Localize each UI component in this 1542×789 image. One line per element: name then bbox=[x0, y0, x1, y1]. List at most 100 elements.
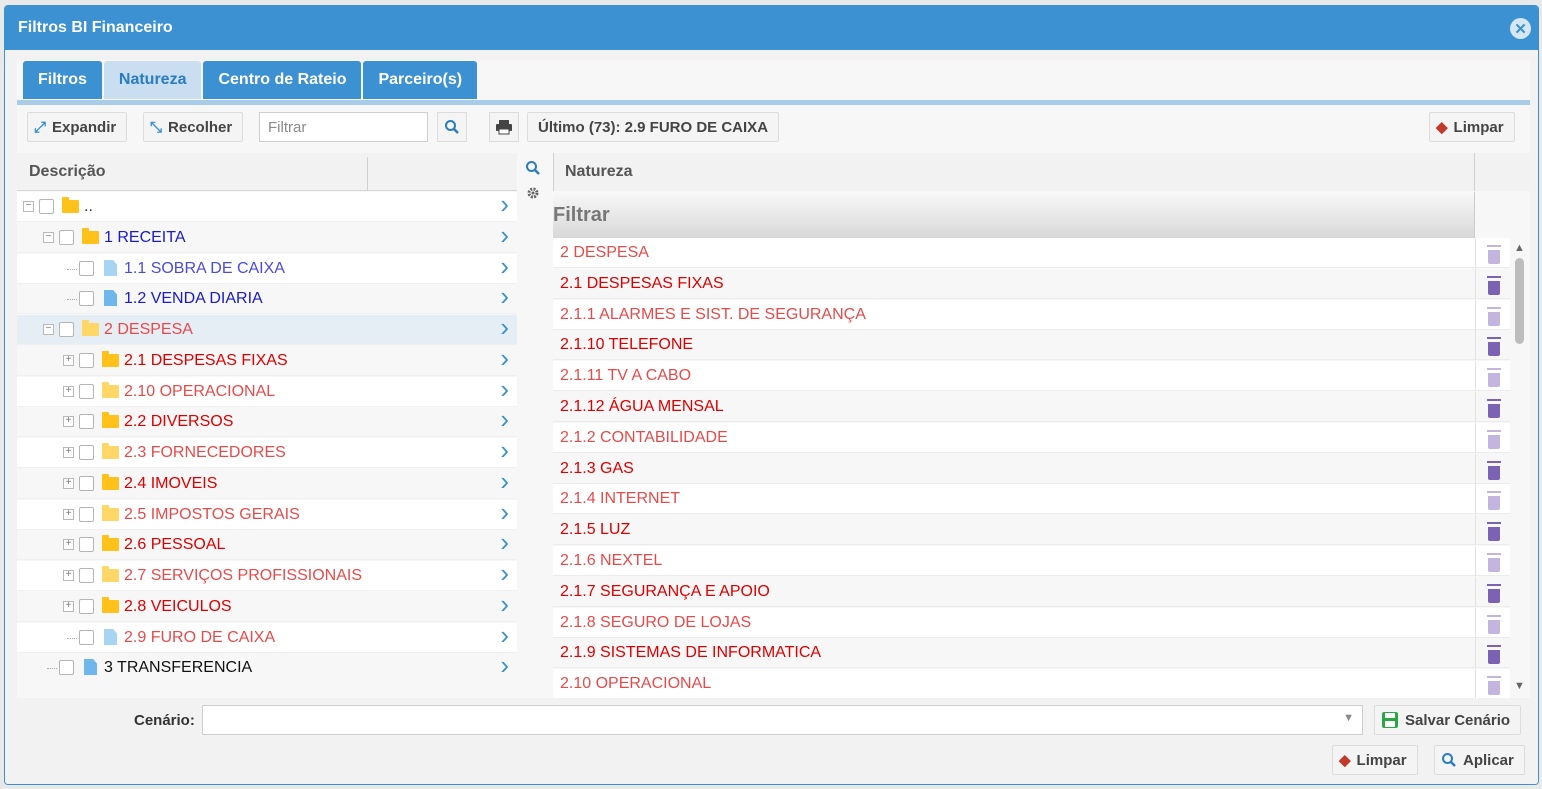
grid-row[interactable]: 2.1 DESPESAS FIXAS bbox=[553, 269, 1510, 299]
tree-checkbox[interactable] bbox=[79, 537, 94, 552]
scenario-select[interactable]: ▼ bbox=[202, 705, 1363, 735]
footer-clear-button[interactable]: ◆ Limpar bbox=[1332, 745, 1418, 775]
grid-row[interactable]: 2.1.7 SEGURANÇA E APOIO bbox=[553, 577, 1510, 607]
trash-icon[interactable] bbox=[1487, 276, 1501, 295]
tree-row[interactable]: +2.10 OPERACIONAL › bbox=[17, 374, 517, 407]
chevron-right-icon[interactable]: › bbox=[500, 558, 509, 589]
tree-checkbox[interactable] bbox=[79, 568, 94, 583]
trash-icon[interactable] bbox=[1487, 461, 1501, 480]
print-button[interactable] bbox=[489, 112, 519, 142]
expand-node-icon[interactable]: + bbox=[63, 478, 74, 489]
tab-centro-de-rateio[interactable]: Centro de Rateio bbox=[203, 61, 362, 99]
chevron-right-icon[interactable]: › bbox=[500, 650, 509, 681]
grid-row[interactable]: 2.1.1 ALARMES E SIST. DE SEGURANÇA bbox=[553, 300, 1510, 330]
tree-checkbox[interactable] bbox=[59, 660, 74, 675]
expand-node-icon[interactable]: + bbox=[63, 570, 74, 581]
tree-row[interactable]: 1.1 SOBRA DE CAIXA › bbox=[17, 251, 517, 284]
trash-icon[interactable] bbox=[1487, 615, 1501, 634]
tree-checkbox[interactable] bbox=[79, 261, 94, 276]
scroll-up-icon[interactable]: ▲ bbox=[1514, 242, 1525, 254]
tree-row[interactable]: − 1 RECEITA › bbox=[17, 220, 517, 253]
chevron-right-icon[interactable]: › bbox=[500, 466, 509, 497]
tree-checkbox[interactable] bbox=[79, 353, 94, 368]
chevron-right-icon[interactable]: › bbox=[500, 343, 509, 374]
tree-row[interactable]: 3 TRANSFERENCIA › bbox=[17, 650, 517, 682]
expand-node-icon[interactable]: + bbox=[63, 601, 74, 612]
chevron-right-icon[interactable]: › bbox=[500, 404, 509, 435]
chevron-right-icon[interactable]: › bbox=[500, 527, 509, 558]
expand-node-icon[interactable]: + bbox=[63, 416, 74, 427]
tree-checkbox[interactable] bbox=[79, 445, 94, 460]
trash-icon[interactable] bbox=[1487, 245, 1501, 264]
tab-parceiros[interactable]: Parceiro(s) bbox=[363, 61, 478, 99]
chevron-right-icon[interactable]: › bbox=[500, 589, 509, 620]
tree-checkbox[interactable] bbox=[59, 230, 74, 245]
zoom-icon[interactable] bbox=[525, 160, 541, 176]
clear-selection-button[interactable]: ◆ Limpar bbox=[1429, 112, 1515, 142]
grid-row[interactable]: 2 DESPESA bbox=[553, 238, 1510, 268]
chevron-right-icon[interactable]: › bbox=[500, 251, 509, 282]
expand-node-icon[interactable]: + bbox=[63, 539, 74, 550]
tree-checkbox[interactable] bbox=[79, 630, 94, 645]
grid-row[interactable]: 2.10 OPERACIONAL bbox=[553, 669, 1510, 698]
tree-row[interactable]: +2.7 SERVIÇOS PROFISSIONAIS › bbox=[17, 558, 517, 591]
chevron-right-icon[interactable]: › bbox=[500, 220, 509, 251]
chevron-right-icon[interactable]: › bbox=[500, 435, 509, 466]
apply-button[interactable]: Aplicar bbox=[1434, 745, 1525, 775]
tree-row[interactable]: +2.4 IMOVEIS › bbox=[17, 466, 517, 499]
trash-icon[interactable] bbox=[1487, 430, 1501, 449]
tree-checkbox[interactable] bbox=[79, 384, 94, 399]
trash-icon[interactable] bbox=[1487, 676, 1501, 695]
scroll-thumb[interactable] bbox=[1515, 258, 1524, 344]
expand-node-icon[interactable]: + bbox=[63, 386, 74, 397]
chevron-down-icon[interactable]: ▼ bbox=[1343, 712, 1354, 724]
grid-scrollbar[interactable]: ▲ ▼ bbox=[1510, 238, 1530, 698]
tab-natureza[interactable]: Natureza bbox=[103, 61, 202, 99]
chevron-right-icon[interactable]: › bbox=[500, 620, 509, 651]
grid-row[interactable]: 2.1.11 TV A CABO bbox=[553, 361, 1510, 391]
grid-row[interactable]: 2.1.3 GAS bbox=[553, 454, 1510, 484]
collapse-button[interactable]: ⤡ Recolher bbox=[143, 112, 244, 142]
chevron-right-icon[interactable]: › bbox=[500, 312, 509, 343]
grid-filter-row[interactable]: Filtrar bbox=[553, 192, 1475, 238]
tree-filter-input[interactable] bbox=[259, 112, 428, 142]
tree-row[interactable]: +2.3 FORNECEDORES › bbox=[17, 435, 517, 468]
trash-icon[interactable] bbox=[1487, 399, 1501, 418]
trash-icon[interactable] bbox=[1487, 491, 1501, 510]
trash-icon[interactable] bbox=[1487, 337, 1501, 356]
grid-row[interactable]: 2.1.2 CONTABILIDADE bbox=[553, 423, 1510, 453]
search-button[interactable] bbox=[437, 112, 467, 142]
trash-icon[interactable] bbox=[1487, 645, 1501, 664]
chevron-right-icon[interactable]: › bbox=[500, 374, 509, 405]
expand-node-icon[interactable]: + bbox=[63, 355, 74, 366]
tree-checkbox[interactable] bbox=[79, 476, 94, 491]
grid-row[interactable]: 2.1.8 SEGURO DE LOJAS bbox=[553, 608, 1510, 638]
grid-row[interactable]: 2.1.10 TELEFONE bbox=[553, 330, 1510, 360]
tree-checkbox[interactable] bbox=[79, 599, 94, 614]
collapse-node-icon[interactable]: − bbox=[23, 201, 34, 212]
tree-checkbox[interactable] bbox=[79, 507, 94, 522]
grid-row[interactable]: 2.1.4 INTERNET bbox=[553, 484, 1510, 514]
chevron-right-icon[interactable]: › bbox=[500, 497, 509, 528]
expand-node-icon[interactable]: + bbox=[63, 447, 74, 458]
scroll-down-icon[interactable]: ▼ bbox=[1514, 680, 1525, 692]
tree-checkbox[interactable] bbox=[79, 291, 94, 306]
tree-row[interactable]: +2.5 IMPOSTOS GERAIS › bbox=[17, 497, 517, 530]
tree-row[interactable]: +2.1 DESPESAS FIXAS › bbox=[17, 343, 517, 376]
tree-row[interactable]: +2.6 PESSOAL › bbox=[17, 527, 517, 560]
collapse-node-icon[interactable]: − bbox=[43, 232, 54, 243]
grid-row[interactable]: 2.1.5 LUZ bbox=[553, 515, 1510, 545]
tab-filtros[interactable]: Filtros bbox=[23, 61, 102, 99]
close-icon[interactable]: ✕ bbox=[1510, 18, 1531, 39]
last-selected-button[interactable]: Último (73): 2.9 FURO DE CAIXA bbox=[527, 112, 780, 142]
tree-row[interactable]: −.. › bbox=[17, 192, 517, 222]
tree-checkbox[interactable] bbox=[59, 322, 74, 337]
tree-row[interactable]: 1.2 VENDA DIARIA › bbox=[17, 281, 517, 314]
chevron-right-icon[interactable]: › bbox=[500, 281, 509, 312]
chevron-right-icon[interactable]: › bbox=[500, 192, 509, 220]
save-scenario-button[interactable]: Salvar Cenário bbox=[1374, 705, 1522, 735]
trash-icon[interactable] bbox=[1487, 553, 1501, 572]
trash-icon[interactable] bbox=[1487, 584, 1501, 603]
trash-icon[interactable] bbox=[1487, 307, 1501, 326]
tree-row[interactable]: +2.8 VEICULOS › bbox=[17, 589, 517, 622]
